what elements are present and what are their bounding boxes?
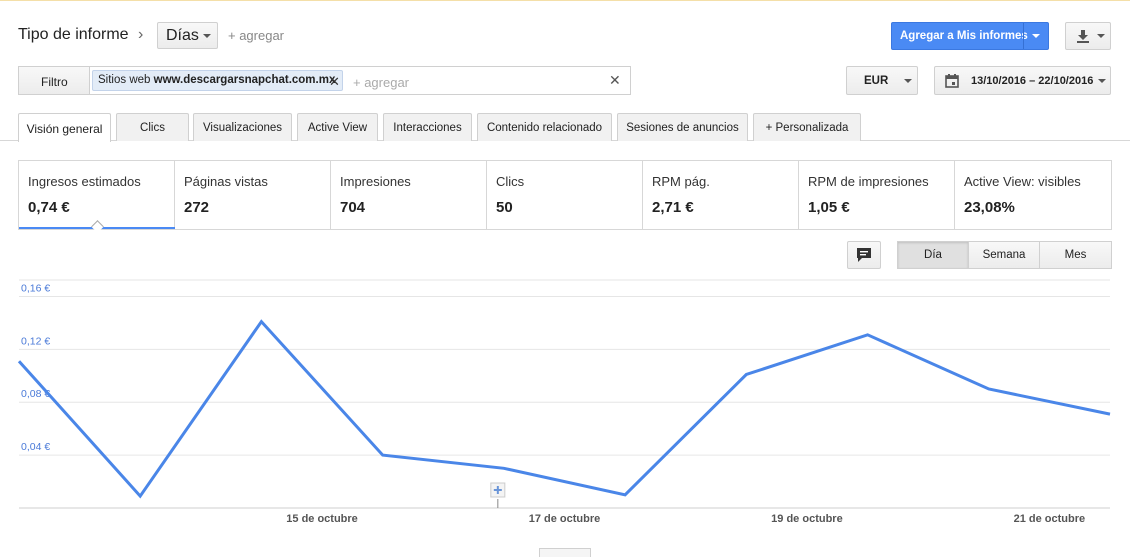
tab-interactions[interactable]: Interacciones	[383, 113, 472, 141]
metric-name: Active View: visibles	[964, 174, 1081, 189]
metric-impressions[interactable]: Impresiones 704	[331, 161, 487, 229]
add-to-my-reports-label: Agregar a Mis informes	[900, 30, 1028, 42]
metric-value: 704	[340, 199, 366, 216]
caret-down-icon	[904, 79, 912, 83]
annotations-button[interactable]	[847, 241, 881, 269]
tab-related-content[interactable]: Contenido relacionado	[477, 113, 612, 141]
metric-value: 50	[496, 199, 513, 216]
tab-ad-sessions[interactable]: Sesiones de anuncios	[617, 113, 748, 141]
chevron-right-icon: ›	[138, 26, 144, 43]
metric-clicks[interactable]: Clics 50	[487, 161, 643, 229]
download-button[interactable]	[1065, 22, 1111, 50]
selected-metric-pointer	[91, 220, 104, 233]
x-tick-label: 19 de octubre	[771, 513, 843, 525]
tab-active-view[interactable]: Active View	[297, 113, 378, 141]
data-point[interactable]	[1104, 408, 1116, 420]
metric-value: 1,05 €	[808, 199, 850, 216]
x-tick-label: 21 de octubre	[1014, 513, 1086, 525]
data-point[interactable]	[377, 449, 389, 461]
metric-value: 0,74 €	[28, 199, 70, 216]
add-to-my-reports-button[interactable]: Agregar a Mis informes	[891, 22, 1049, 50]
filter-chip[interactable]: Sitios web www.descargarsnapchat.com.mx …	[92, 70, 343, 91]
data-point[interactable]	[134, 490, 146, 502]
earnings-line-chart: 0,04 €0,08 €0,12 €0,16 €15 de octubre 17 …	[13, 279, 1116, 525]
filter-chip-prefix: Sitios web	[98, 74, 151, 86]
data-point[interactable]	[13, 355, 25, 367]
currency-dropdown[interactable]: EUR	[846, 66, 918, 95]
caret-down-icon	[1097, 34, 1105, 38]
resize-handle[interactable]	[539, 548, 591, 557]
metric-value: 2,71 €	[652, 199, 694, 216]
filter-add-placeholder[interactable]: + agregar	[353, 75, 409, 90]
data-point[interactable]	[498, 462, 510, 474]
filter-field[interactable]: Sitios web www.descargarsnapchat.com.mx …	[90, 66, 631, 95]
metric-value: 272	[184, 199, 210, 216]
metric-name: Ingresos estimados	[28, 174, 141, 189]
tab-overview[interactable]: Visión general	[18, 113, 111, 142]
x-tick-label: 17 de octubre	[529, 513, 601, 525]
period-week-button[interactable]: Semana	[968, 241, 1040, 269]
data-point[interactable]	[255, 316, 267, 328]
y-tick-label: 0,16 €	[21, 282, 50, 294]
granularity-value: Días	[166, 27, 199, 44]
data-point[interactable]	[862, 329, 874, 341]
add-dimension-link[interactable]: + agregar	[228, 28, 284, 43]
metric-name: RPM de impresiones	[808, 174, 929, 189]
report-type-label: Tipo de informe	[18, 26, 129, 43]
filter-button[interactable]: Filtro	[18, 66, 90, 95]
calendar-icon	[945, 74, 959, 88]
caret-down-icon	[1098, 79, 1106, 83]
y-tick-label: 0,12 €	[21, 335, 50, 347]
date-range-value: 13/10/2016 – 22/10/2016	[971, 75, 1094, 87]
tab-custom[interactable]: + Personalizada	[753, 113, 861, 141]
metric-active-view-viewable[interactable]: Active View: visibles 23,08%	[955, 161, 1111, 229]
caret-down-icon[interactable]	[1032, 34, 1040, 38]
period-month-button[interactable]: Mes	[1039, 241, 1112, 269]
metric-name: Clics	[496, 174, 525, 189]
series-line	[17, 319, 1111, 499]
top-border	[0, 0, 1130, 1]
download-icon	[1077, 30, 1089, 43]
currency-value: EUR	[864, 75, 889, 87]
comment-icon	[857, 248, 871, 262]
metrics-bar: Ingresos estimados 0,74 € Páginas vistas…	[18, 160, 1112, 233]
filter-chip-value: www.descargarsnapchat.com.mx	[153, 74, 336, 86]
data-point[interactable]	[619, 489, 631, 501]
data-point[interactable]	[740, 368, 752, 380]
metric-name: RPM pág.	[652, 174, 710, 189]
metric-page-rpm[interactable]: RPM pág. 2,71 €	[643, 161, 799, 229]
metric-impression-rpm[interactable]: RPM de impresiones 1,05 €	[799, 161, 955, 229]
metric-value: 23,08%	[964, 199, 1015, 216]
tab-views[interactable]: Visualizaciones	[193, 113, 292, 141]
metric-estimated-earnings[interactable]: Ingresos estimados 0,74 €	[19, 161, 175, 233]
caret-down-icon	[203, 34, 211, 38]
button-divider	[1023, 23, 1024, 49]
granularity-dropdown[interactable]: Días	[157, 22, 218, 49]
data-point[interactable]	[983, 383, 995, 395]
clear-filter-icon[interactable]: ✕	[609, 72, 621, 89]
metric-name: Impresiones	[340, 174, 411, 189]
period-day-button[interactable]: Día	[897, 241, 969, 269]
metric-name: Páginas vistas	[184, 174, 268, 189]
tab-clicks[interactable]: Clics	[116, 113, 189, 141]
x-tick-label: 15 de octubre	[286, 513, 358, 525]
y-tick-label: 0,04 €	[21, 441, 50, 453]
metric-page-views[interactable]: Páginas vistas 272	[175, 161, 331, 229]
date-range-dropdown[interactable]: 13/10/2016 – 22/10/2016	[934, 66, 1111, 95]
close-icon[interactable]: ✕	[329, 74, 340, 90]
